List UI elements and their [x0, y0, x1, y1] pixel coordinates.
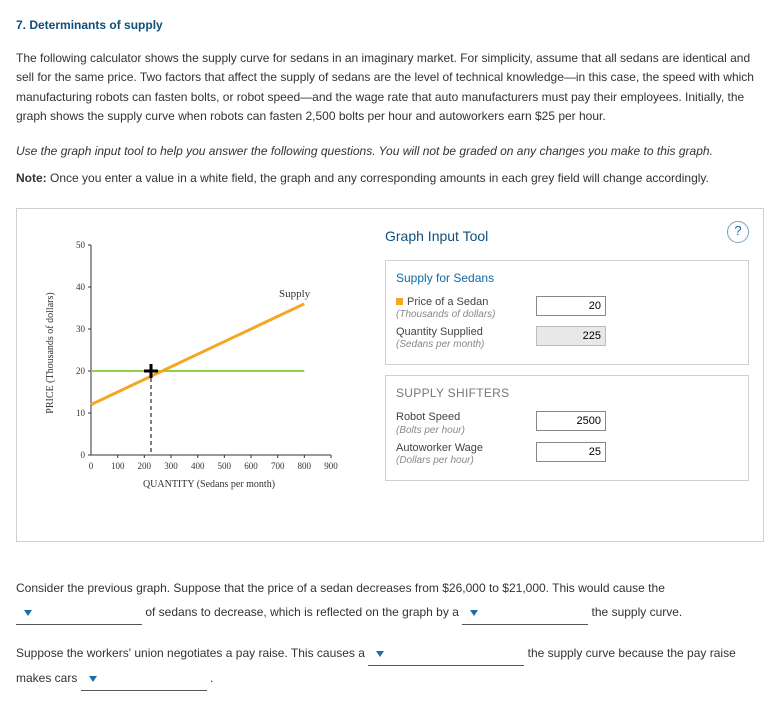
qty-label: Quantity Supplied (Sedans per month) [396, 326, 536, 350]
svg-text:20: 20 [76, 366, 86, 376]
qty-output [536, 326, 606, 346]
robot-input[interactable] [536, 411, 606, 431]
q1-text-3: the supply curve. [592, 605, 683, 619]
wage-input[interactable] [536, 442, 606, 462]
svg-text:100: 100 [111, 461, 125, 471]
q1-text-1: Consider the previous graph. Suppose tha… [16, 581, 665, 595]
tool-panel: Graph Input Tool ? Supply for Sedans Pri… [385, 225, 749, 525]
graph-tool-widget: 0 10 20 30 40 50 0 100 200 300 400 500 6… [16, 208, 764, 542]
price-input[interactable] [536, 296, 606, 316]
price-label: Price of a Sedan (Thousands of dollars) [396, 296, 536, 320]
supply-section: Supply for Sedans Price of a Sedan (Thou… [385, 260, 749, 366]
svg-text:800: 800 [298, 461, 312, 471]
q2-dropdown-2[interactable] [81, 666, 207, 691]
price-row: Price of a Sedan (Thousands of dollars) [396, 296, 738, 320]
question-1: Consider the previous graph. Suppose tha… [16, 576, 764, 625]
y-axis-label: PRICE (Thousands of dollars) [45, 293, 56, 414]
question-title: 7. Determinants of supply [16, 16, 764, 35]
price-label-text: Price of a Sedan [407, 296, 488, 308]
supply-chart[interactable]: 0 10 20 30 40 50 0 100 200 300 400 500 6… [31, 225, 371, 525]
robot-label: Robot Speed (Bolts per hour) [396, 411, 536, 435]
note-body: Once you enter a value in a white field,… [47, 171, 709, 185]
svg-text:500: 500 [218, 461, 232, 471]
robot-label-sub: (Bolts per hour) [396, 425, 465, 436]
intro-paragraph: The following calculator shows the suppl… [16, 49, 764, 126]
robot-label-text: Robot Speed [396, 411, 460, 423]
caret-down-icon [89, 676, 97, 682]
caret-down-icon [470, 610, 478, 616]
wage-label: Autoworker Wage (Dollars per hour) [396, 442, 536, 466]
svg-text:50: 50 [76, 240, 86, 250]
svg-text:900: 900 [324, 461, 338, 471]
qty-label-sub: (Sedans per month) [396, 339, 484, 350]
qty-label-text: Quantity Supplied [396, 326, 483, 338]
q1-dropdown-1[interactable] [16, 600, 142, 625]
q2-text-3: . [210, 671, 213, 685]
price-label-sub: (Thousands of dollars) [396, 309, 496, 320]
supply-line[interactable] [91, 304, 304, 405]
x-axis-label: QUANTITY (Sedans per month) [143, 479, 275, 490]
q1-dropdown-2[interactable] [462, 600, 588, 625]
svg-text:30: 30 [76, 324, 86, 334]
equilibrium-marker[interactable] [144, 364, 158, 378]
supply-label: Supply [279, 288, 311, 300]
svg-text:0: 0 [81, 450, 86, 460]
q2-text-1: Suppose the workers' union negotiates a … [16, 646, 368, 660]
instructions-text: Use the graph input tool to help you ans… [16, 142, 764, 161]
svg-text:200: 200 [138, 461, 152, 471]
caret-down-icon [376, 651, 384, 657]
note-label: Note: [16, 171, 47, 185]
tool-header: Graph Input Tool [385, 225, 749, 247]
svg-text:40: 40 [76, 282, 86, 292]
q2-dropdown-1[interactable] [368, 641, 524, 666]
svg-text:0: 0 [89, 461, 94, 471]
robot-row: Robot Speed (Bolts per hour) [396, 411, 738, 435]
shifters-title: SUPPLY SHIFTERS [396, 384, 738, 403]
svg-text:10: 10 [76, 408, 86, 418]
wage-label-sub: (Dollars per hour) [396, 455, 474, 466]
wage-label-text: Autoworker Wage [396, 442, 483, 454]
q1-text-2: of sedans to decrease, which is reflecte… [145, 605, 462, 619]
note-text: Note: Once you enter a value in a white … [16, 169, 764, 188]
qty-row: Quantity Supplied (Sedans per month) [396, 326, 738, 350]
shifters-section: SUPPLY SHIFTERS Robot Speed (Bolts per h… [385, 375, 749, 481]
svg-text:600: 600 [244, 461, 258, 471]
price-marker-icon [396, 298, 403, 305]
question-2: Suppose the workers' union negotiates a … [16, 641, 764, 691]
svg-text:300: 300 [164, 461, 178, 471]
supply-section-title: Supply for Sedans [396, 269, 738, 288]
caret-down-icon [24, 610, 32, 616]
chart-panel: 0 10 20 30 40 50 0 100 200 300 400 500 6… [31, 225, 371, 525]
wage-row: Autoworker Wage (Dollars per hour) [396, 442, 738, 466]
svg-text:400: 400 [191, 461, 205, 471]
svg-text:700: 700 [271, 461, 285, 471]
